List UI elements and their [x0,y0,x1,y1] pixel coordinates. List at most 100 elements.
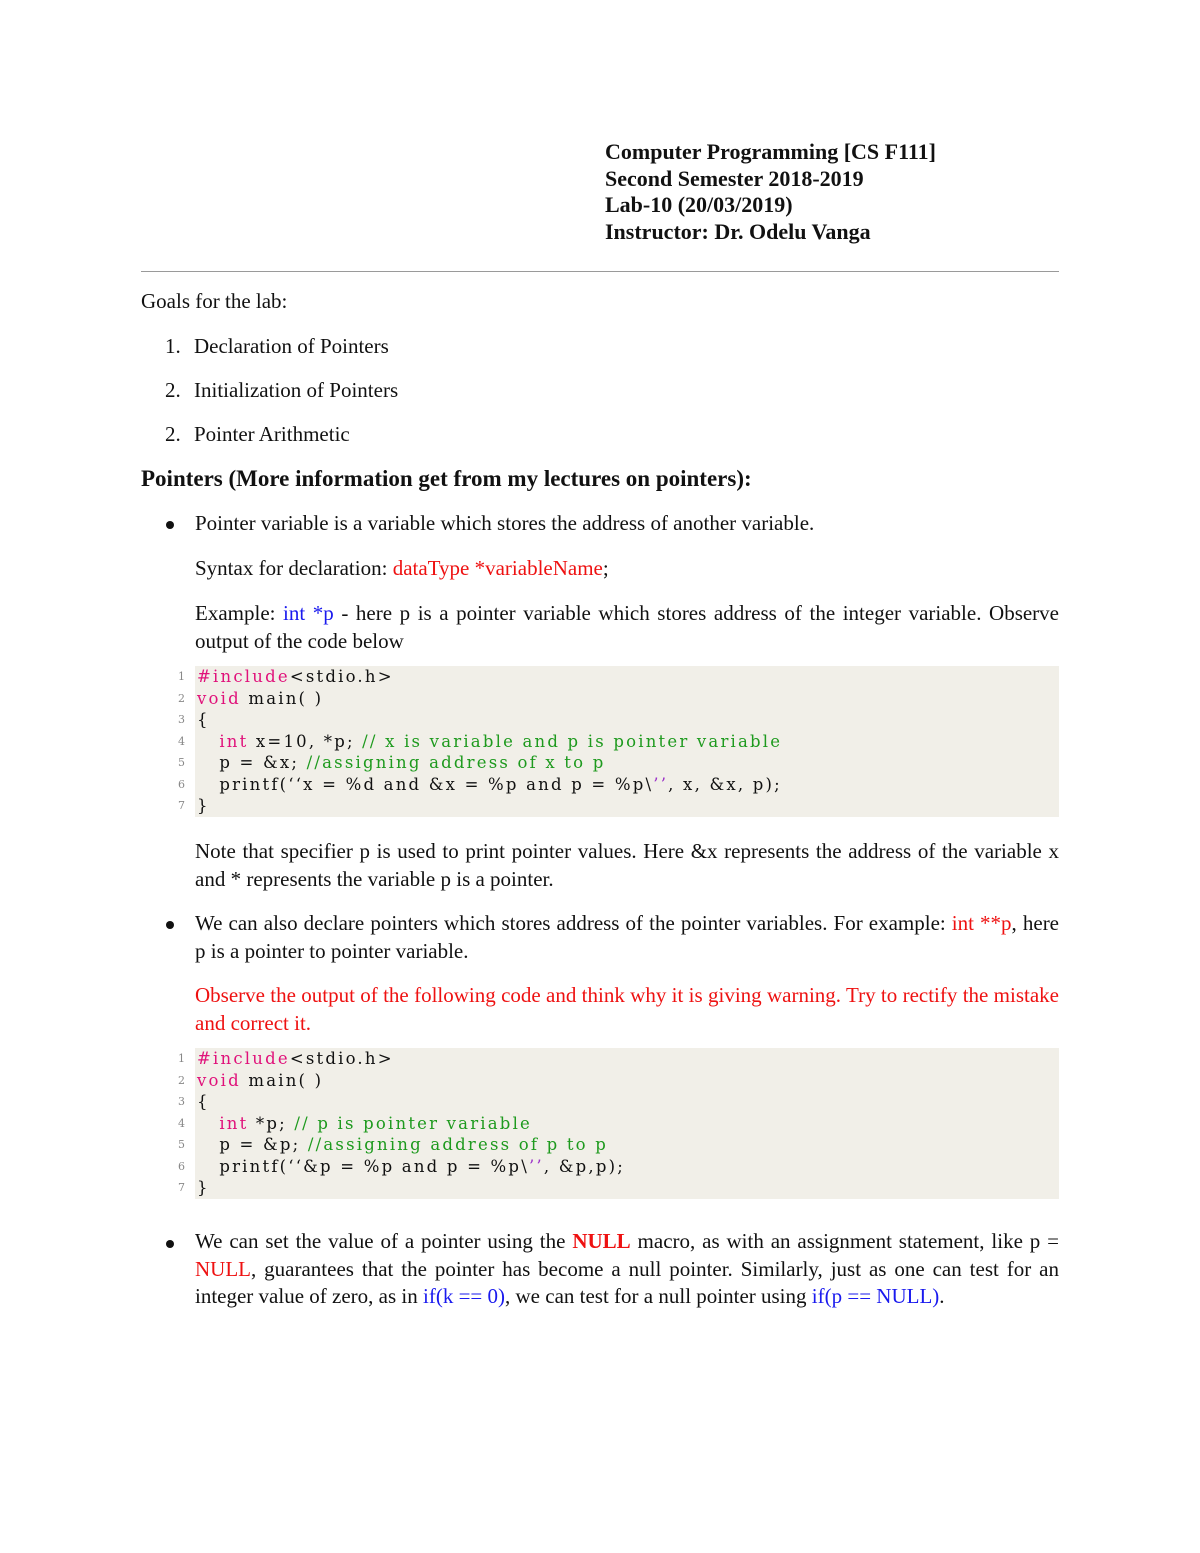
code-keyword: #include [197,667,290,686]
warning-paragraph: Observe the output of the following code… [195,983,1059,1035]
line-number: 7 [178,799,185,812]
code-line: 1 #include<stdio.h> [178,666,1059,688]
code-text: p = &x; [197,753,307,772]
line-number: 6 [178,777,185,791]
document-header: Computer Programming [CS F111] Second Se… [605,139,936,245]
course-title: Computer Programming [CS F111] [605,139,936,164]
section-heading: Pointers (More information get from my l… [141,466,752,491]
line-number: 6 [178,1159,185,1173]
code-comment: //assigning address of x to p [306,753,606,772]
code-line: 7} [178,1177,1059,1199]
line-number: 7 [178,1181,185,1194]
lab-number: Lab-10 (20/03/2019) [605,192,793,217]
code-text: { [197,710,210,729]
line-number: 1 [178,670,185,683]
inline-code: if(p == NULL) [811,1284,940,1308]
bullet-text-part: We can also declare pointers which store… [195,911,952,935]
code-string: ’’ [528,1156,544,1176]
code-text: <stdio.h> [289,1049,394,1068]
goal-item: 2. Initialization of Pointers [165,377,398,405]
instructor: Instructor: Dr. Odelu Vanga [605,218,871,244]
example-code: int *p [283,601,334,625]
code-line: 3{ [178,1091,1059,1113]
null-paragraph: We can set the value of a pointer using … [195,1228,1059,1311]
code-line: 1 #include<stdio.h> [178,1048,1059,1070]
code-line: 5 p = &p; //assigning address of p to p [178,1134,1059,1156]
code-line: 2 void main( ) [178,1070,1059,1092]
code-line: 6 printf(‘‘&p = %p and p = %p\’’, &p,p); [178,1156,1059,1178]
line-number: 3 [178,1095,185,1108]
bullet-icon [166,1240,174,1248]
line-number: 2 [178,691,185,705]
goal-text: Declaration of Pointers [194,334,389,358]
line-number: 4 [178,734,185,748]
line-number: 4 [178,1116,185,1130]
goal-number: 1. [165,334,181,358]
line-number: 3 [178,713,185,726]
semester: Second Semester 2018-2019 [605,165,864,191]
code-text: printf(‘‘&p = %p and p = %p\ [197,1156,529,1176]
null-keyword: NULL [572,1229,631,1253]
code-keyword: #include [197,1049,290,1068]
code-keyword: void [197,1070,241,1090]
goal-number: 2. [165,378,181,402]
code-keyword: void [197,688,241,708]
code-keyword: int [197,1113,249,1133]
code-comment: // p is pointer variable [294,1113,533,1133]
syntax-code: dataType *variableName [392,556,603,580]
code-text: *p; [248,1113,295,1133]
code-block: 1 #include<stdio.h> 2 void main( ) 3{ 4 in… [178,1048,1059,1199]
code-line: 4 int *p; // p is pointer variable [178,1113,1059,1135]
horizontal-rule [141,271,1059,272]
null-value: NULL [195,1256,251,1281]
line-number: 2 [178,1073,185,1087]
code-text: main( ) [240,688,324,708]
code-string: ’’ [653,774,669,794]
code-line: 3{ [178,709,1059,731]
goal-text: Initialization of Pointers [194,378,399,402]
code-text: , &p,p); [543,1156,625,1176]
line-number: 1 [178,1052,185,1065]
text-part: , we can test for a null pointer using [505,1284,812,1308]
bullet-text: Pointer variable is a variable which sto… [195,511,815,535]
note-paragraph: Note that specifier p is used to print p… [195,839,1059,891]
code-comment: //assigning address of p to p [307,1135,609,1154]
inline-code: int **p [951,911,1012,935]
code-block: 1 #include<stdio.h> 2 void main( ) 3{ 4 in… [178,666,1059,817]
code-line: 6 printf(‘‘x = %d and &x = %p and p = %p… [178,774,1059,796]
goal-number: 2. [165,422,181,446]
text-part: We can set the value of a pointer using … [195,1229,573,1253]
goal-item: 2. Pointer Arithmetic [165,421,350,449]
example-label: Example: [195,601,284,625]
inline-code: if(k == 0) [423,1284,506,1308]
code-line: 4 int x=10, *p; // x is variable and p i… [178,731,1059,753]
goal-text: Pointer Arithmetic [194,422,350,446]
syntax-label: Syntax for declaration: [195,556,393,580]
code-line: 7} [178,795,1059,817]
text-part: macro, as with an assignment statement, … [630,1229,1059,1253]
goal-item: 1. Declaration of Pointers [165,333,389,361]
code-line: 2 void main( ) [178,688,1059,710]
bullet-icon [166,521,174,529]
code-text: } [197,796,210,815]
code-comment: // x is variable and p is pointer variab… [362,731,783,751]
code-text: , x, &x, p); [668,774,782,794]
example-paragraph: Example: int *p - here p is a pointer va… [195,600,1059,655]
code-keyword: int [197,731,249,751]
bullet-text: We can also declare pointers which store… [195,910,1059,965]
text-part: . [939,1284,945,1308]
code-text: printf(‘‘x = %d and &x = %p and p = %p\ [197,774,654,794]
code-text: p = &p; [197,1135,308,1154]
code-text: main( ) [240,1070,324,1090]
code-text: <stdio.h> [289,667,394,686]
code-text: { [197,1092,210,1111]
document-page: Computer Programming [CS F111] Second Se… [0,0,1200,1553]
code-text: x=10, *p; [248,731,363,751]
code-text: } [197,1178,210,1197]
goals-title: Goals for the lab: [141,289,288,313]
syntax-end: ; [602,556,609,580]
line-number: 5 [178,756,185,769]
syntax-line: Syntax for declaration: dataType *variab… [195,555,1059,583]
bullet-icon [166,921,174,929]
line-number: 5 [178,1138,185,1151]
